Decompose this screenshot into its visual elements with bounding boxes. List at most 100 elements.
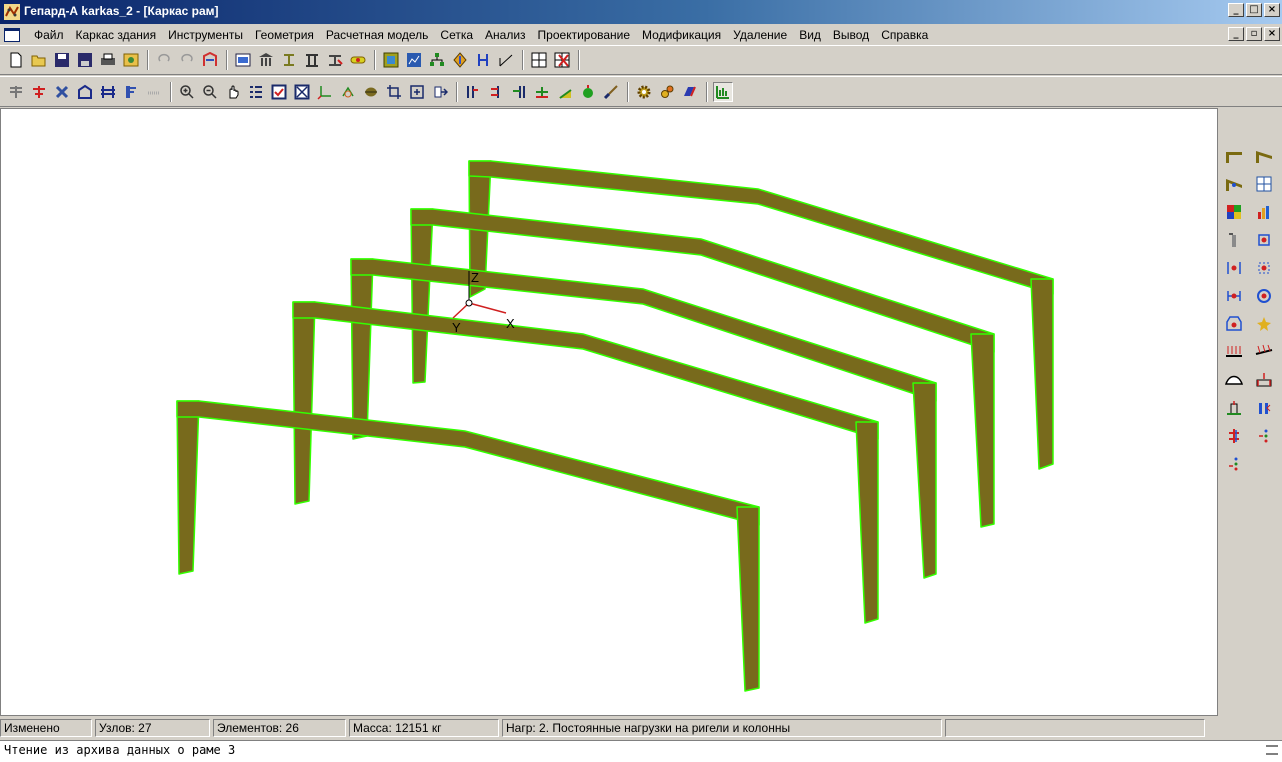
load-icon[interactable] — [555, 82, 575, 102]
settings-icon[interactable] — [634, 82, 654, 102]
redo-icon[interactable] — [177, 50, 197, 70]
brush-icon[interactable] — [601, 82, 621, 102]
node-rect-icon[interactable] — [1224, 314, 1244, 334]
cantilever-icon[interactable] — [1224, 174, 1244, 194]
menu-mesh[interactable]: Сетка — [434, 28, 479, 42]
dots2-icon[interactable] — [1224, 454, 1244, 474]
add-red-element-icon[interactable] — [29, 82, 49, 102]
new-file-icon[interactable] — [6, 50, 26, 70]
beam-icon[interactable] — [1224, 146, 1244, 166]
dots-icon[interactable] — [1254, 426, 1274, 446]
node-ring-icon[interactable] — [1254, 286, 1274, 306]
section-c-icon[interactable] — [509, 82, 529, 102]
menu-modification[interactable]: Модификация — [636, 28, 727, 42]
column-label-icon[interactable] — [1224, 230, 1244, 250]
node-icon[interactable] — [473, 50, 493, 70]
select-box-icon[interactable] — [269, 82, 289, 102]
crop-icon[interactable] — [384, 82, 404, 102]
move-icon[interactable] — [430, 82, 450, 102]
dist-load-icon[interactable] — [1224, 342, 1244, 362]
section-a-icon[interactable] — [463, 82, 483, 102]
deselect-box-icon[interactable] — [292, 82, 312, 102]
node-both-icon[interactable] — [1224, 286, 1244, 306]
node-left-icon[interactable] — [1224, 258, 1244, 278]
report-icon[interactable] — [381, 50, 401, 70]
add-element-icon[interactable] — [6, 82, 26, 102]
open-folder-icon[interactable] — [29, 50, 49, 70]
menu-delete[interactable]: Удаление — [727, 28, 793, 42]
delete-grid-icon[interactable] — [552, 50, 572, 70]
node-right-icon[interactable] — [1254, 258, 1274, 278]
menu-calc-model[interactable]: Расчетная модель — [320, 28, 435, 42]
panel-grid-icon[interactable] — [1254, 174, 1274, 194]
section-b-icon[interactable] — [486, 82, 506, 102]
title-bar[interactable]: Гепард-А karkas_2 - [Каркас рам] _ □ × — [0, 0, 1282, 24]
save-as-icon[interactable] — [75, 50, 95, 70]
save-icon[interactable] — [52, 50, 72, 70]
building-icon[interactable] — [233, 50, 253, 70]
point-load-icon[interactable] — [1254, 370, 1274, 390]
mdi-restore-button[interactable]: ▫ — [1246, 27, 1262, 41]
menu-output[interactable]: Вывод — [827, 28, 875, 42]
column-view-icon[interactable] — [121, 82, 141, 102]
beam-grid-icon[interactable] — [98, 82, 118, 102]
sloped-beam-icon[interactable] — [1254, 146, 1274, 166]
zoom-out-icon[interactable] — [200, 82, 220, 102]
column-load-icon[interactable] — [1254, 398, 1274, 418]
results-icon[interactable] — [713, 81, 733, 102]
support-load-icon[interactable] — [1224, 398, 1244, 418]
menu-view[interactable]: Вид — [793, 28, 827, 42]
output-log[interactable]: Чтение из архива данных о раме 3 — [0, 740, 1282, 762]
bar-chart-icon[interactable] — [1254, 202, 1274, 222]
maximize-button[interactable]: □ — [1246, 3, 1262, 17]
menu-analysis[interactable]: Анализ — [479, 28, 532, 42]
rotate-icon[interactable] — [338, 82, 358, 102]
mdi-minimize-button[interactable]: _ — [1228, 27, 1244, 41]
undo-icon[interactable] — [154, 50, 174, 70]
link-icon[interactable] — [348, 50, 368, 70]
frame-1[interactable] — [176, 400, 760, 692]
print-icon[interactable] — [98, 50, 118, 70]
dist-load2-icon[interactable] — [1254, 342, 1274, 362]
menu-design[interactable]: Проектирование — [532, 28, 637, 42]
close-button[interactable]: × — [1264, 3, 1280, 17]
menu-help[interactable]: Справка — [875, 28, 934, 42]
color-map-icon[interactable] — [1224, 202, 1244, 222]
document-icon[interactable] — [4, 27, 20, 42]
menu-geometry[interactable]: Геометрия — [249, 28, 320, 42]
axes-icon[interactable] — [315, 82, 335, 102]
node-blue-icon[interactable] — [1254, 230, 1274, 250]
support-icon[interactable] — [532, 82, 552, 102]
menu-file[interactable]: Файл — [28, 28, 70, 42]
menu-building-frame[interactable]: Каркас здания — [70, 28, 163, 42]
image-icon[interactable] — [121, 50, 141, 70]
chart-icon[interactable] — [404, 50, 424, 70]
minimize-button[interactable]: _ — [1228, 3, 1244, 17]
grid-icon[interactable] — [529, 50, 549, 70]
gears-icon[interactable] — [657, 82, 677, 102]
frame-viewport[interactable]: Z X Y — [0, 108, 1218, 716]
bomb-icon[interactable] — [578, 82, 598, 102]
pan-hand-icon[interactable] — [223, 82, 243, 102]
menu-tools[interactable]: Инструменты — [162, 28, 249, 42]
hatch-icon[interactable] — [144, 82, 164, 102]
mdi-close-button[interactable]: × — [1264, 27, 1280, 41]
i-beam-icon[interactable] — [279, 50, 299, 70]
columns-icon[interactable] — [256, 50, 276, 70]
star-icon[interactable] — [1254, 314, 1274, 334]
list-icon[interactable] — [246, 82, 266, 102]
frame-wizard-icon[interactable] — [200, 50, 220, 70]
double-column-icon[interactable] — [302, 50, 322, 70]
fit-icon[interactable] — [407, 82, 427, 102]
frame-4[interactable] — [410, 208, 995, 528]
delete-element-icon[interactable] — [52, 82, 72, 102]
material-icon[interactable] — [680, 82, 700, 102]
diamond-icon[interactable] — [450, 50, 470, 70]
frame-5[interactable] — [468, 160, 1054, 470]
frame-view-icon[interactable] — [75, 82, 95, 102]
arc-icon[interactable] — [1224, 370, 1244, 390]
angle-icon[interactable] — [496, 50, 516, 70]
frame-model-drawing[interactable]: Z X Y — [1, 109, 1217, 715]
hierarchy-icon[interactable] — [427, 50, 447, 70]
sphere-icon[interactable] — [361, 82, 381, 102]
